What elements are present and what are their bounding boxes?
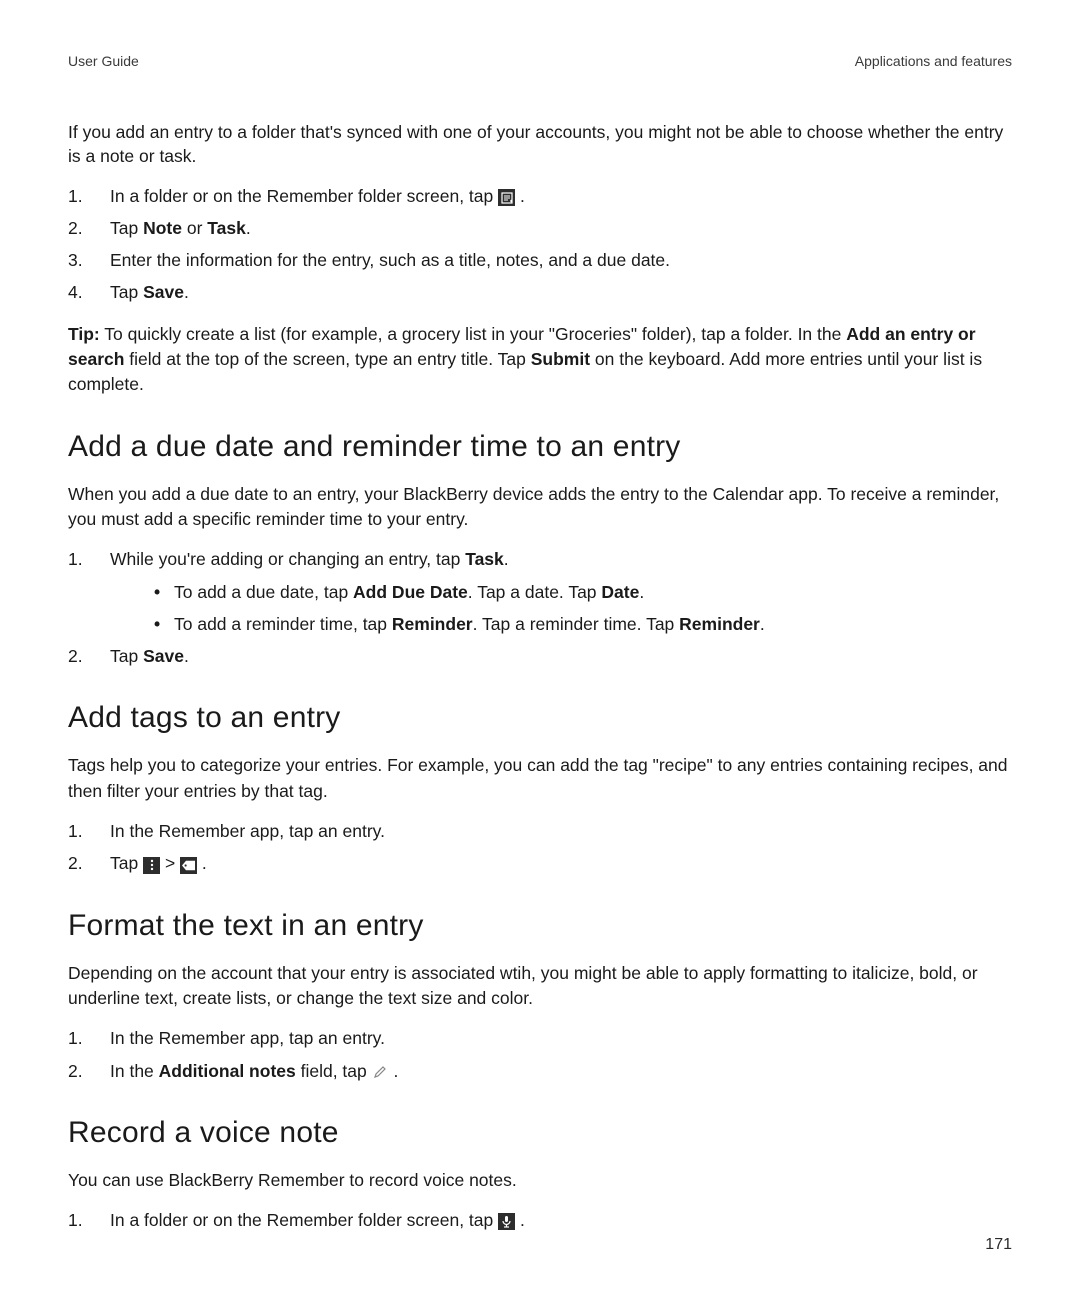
ui-label-add-due-date: Add Due Date bbox=[353, 582, 468, 602]
tip-text: To quickly create a list (for example, a… bbox=[100, 324, 846, 344]
tag-icon bbox=[180, 857, 197, 874]
header-right: Applications and features bbox=[855, 52, 1012, 72]
intro-paragraph: If you add an entry to a folder that's s… bbox=[68, 120, 1012, 169]
step-text: . bbox=[184, 282, 189, 302]
page-header: User Guide Applications and features bbox=[68, 52, 1012, 72]
step-text: Tap bbox=[110, 218, 143, 238]
list-item: To add a due date, tap Add Due Date. Tap… bbox=[110, 579, 1012, 605]
top-steps-list: In a folder or on the Remember folder sc… bbox=[68, 183, 1012, 306]
step-text: In a folder or on the Remember folder sc… bbox=[110, 1210, 498, 1230]
ui-label-additional-notes: Additional notes bbox=[159, 1061, 296, 1081]
sub-bullets: To add a due date, tap Add Due Date. Tap… bbox=[110, 579, 1012, 638]
body-paragraph: Tags help you to categorize your entries… bbox=[68, 753, 1012, 804]
list-item: In the Remember app, tap an entry. bbox=[68, 818, 1012, 844]
list-item: In the Additional notes field, tap . bbox=[68, 1058, 1012, 1084]
list-item: To add a reminder time, tap Reminder. Ta… bbox=[110, 611, 1012, 637]
step-text: or bbox=[182, 218, 207, 238]
ui-label-save: Save bbox=[143, 282, 184, 302]
step-text: In a folder or on the Remember folder sc… bbox=[110, 186, 498, 206]
ui-label-task: Task bbox=[207, 218, 246, 238]
body-paragraph: When you add a due date to an entry, you… bbox=[68, 482, 1012, 533]
step-text: . bbox=[639, 582, 644, 602]
step-text: field, tap bbox=[296, 1061, 372, 1081]
step-text: To add a due date, tap bbox=[174, 582, 353, 602]
body-paragraph: Depending on the account that your entry… bbox=[68, 961, 1012, 1012]
step-text: Tap bbox=[110, 282, 143, 302]
section-heading-due-date: Add a due date and reminder time to an e… bbox=[68, 426, 1012, 468]
tip-block: Tip: To quickly create a list (for examp… bbox=[68, 322, 1012, 398]
more-icon bbox=[143, 857, 160, 874]
ui-label-reminder: Reminder bbox=[392, 614, 473, 634]
list-item: In a folder or on the Remember folder sc… bbox=[68, 183, 1012, 209]
list-item: Enter the information for the entry, suc… bbox=[68, 247, 1012, 273]
page-number: 171 bbox=[985, 1234, 1012, 1256]
step-text: . Tap a date. Tap bbox=[468, 582, 602, 602]
step-text: . bbox=[184, 646, 189, 666]
list-item: Tap > . bbox=[68, 850, 1012, 876]
ui-label-task: Task bbox=[465, 549, 504, 569]
tip-text: field at the top of the screen, type an … bbox=[124, 349, 530, 369]
ui-label-note: Note bbox=[143, 218, 182, 238]
step-text: > bbox=[165, 853, 180, 873]
ui-label-reminder: Reminder bbox=[679, 614, 760, 634]
format-steps-list: In the Remember app, tap an entry. In th… bbox=[68, 1025, 1012, 1084]
list-item: Tap Save. bbox=[68, 279, 1012, 305]
step-text: In the bbox=[110, 1061, 159, 1081]
ui-label-save: Save bbox=[143, 646, 184, 666]
step-text: . bbox=[520, 186, 525, 206]
voice-steps-list: In a folder or on the Remember folder sc… bbox=[68, 1207, 1012, 1233]
list-item: While you're adding or changing an entry… bbox=[68, 546, 1012, 637]
body-paragraph: You can use BlackBerry Remember to recor… bbox=[68, 1168, 1012, 1193]
section-heading-tags: Add tags to an entry bbox=[68, 697, 1012, 739]
format-pencil-icon bbox=[372, 1063, 389, 1080]
step-text: Tap bbox=[110, 853, 143, 873]
list-item: Tap Note or Task. bbox=[68, 215, 1012, 241]
step-text: . bbox=[202, 853, 207, 873]
due-date-steps-list: While you're adding or changing an entry… bbox=[68, 546, 1012, 669]
step-text: . Tap a reminder time. Tap bbox=[473, 614, 680, 634]
ui-label-submit: Submit bbox=[531, 349, 590, 369]
section-heading-voice: Record a voice note bbox=[68, 1112, 1012, 1154]
section-heading-format: Format the text in an entry bbox=[68, 905, 1012, 947]
microphone-icon bbox=[498, 1213, 515, 1230]
step-text: To add a reminder time, tap bbox=[174, 614, 392, 634]
step-text: . bbox=[394, 1061, 399, 1081]
list-item: In a folder or on the Remember folder sc… bbox=[68, 1207, 1012, 1233]
list-item: In the Remember app, tap an entry. bbox=[68, 1025, 1012, 1051]
list-item: Tap Save. bbox=[68, 643, 1012, 669]
tags-steps-list: In the Remember app, tap an entry. Tap >… bbox=[68, 818, 1012, 877]
tip-label: Tip: bbox=[68, 324, 100, 344]
step-text: . bbox=[246, 218, 251, 238]
add-entry-icon bbox=[498, 189, 515, 206]
step-text: Tap bbox=[110, 646, 143, 666]
header-left: User Guide bbox=[68, 52, 139, 72]
ui-label-date: Date bbox=[601, 582, 639, 602]
step-text: . bbox=[520, 1210, 525, 1230]
step-text: . bbox=[760, 614, 765, 634]
step-text: While you're adding or changing an entry… bbox=[110, 549, 465, 569]
step-text: . bbox=[504, 549, 509, 569]
